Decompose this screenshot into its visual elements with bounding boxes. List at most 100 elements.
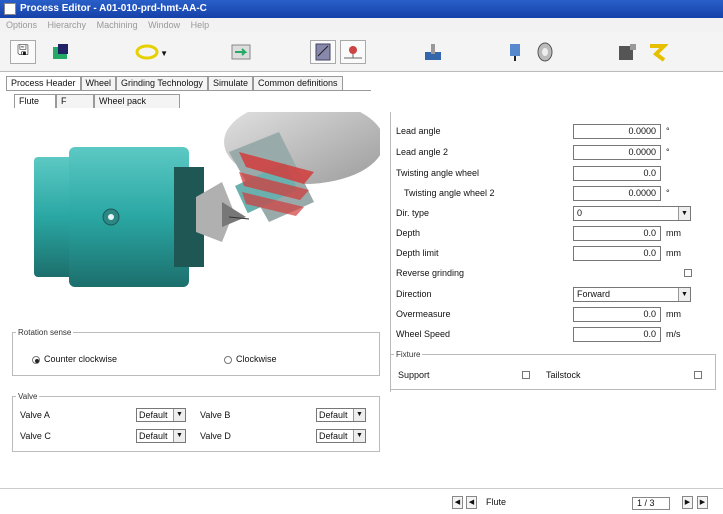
param-lead-angle: Lead angle 0.0000 ° bbox=[396, 124, 701, 140]
first-record-button[interactable]: ◀ bbox=[452, 496, 463, 509]
status-bar bbox=[0, 488, 723, 514]
save-button[interactable]: 🖫 bbox=[10, 40, 36, 64]
param-value-field[interactable]: 0.0 bbox=[573, 166, 661, 181]
tab-divider bbox=[6, 90, 371, 91]
valve-a-select[interactable]: Default ▼ bbox=[136, 408, 186, 422]
fixture-title: Fixture bbox=[394, 350, 423, 359]
process-icon bbox=[53, 44, 68, 59]
valve-d-select[interactable]: Default ▼ bbox=[316, 429, 366, 443]
param-value-field[interactable]: 0.0 bbox=[573, 246, 661, 261]
param-label: Depth limit bbox=[396, 248, 439, 258]
last-record-button[interactable]: ▶ bbox=[697, 496, 708, 509]
tab-f[interactable]: F bbox=[56, 94, 94, 108]
menu-item-window[interactable]: Window bbox=[148, 20, 180, 30]
param-lead-angle-2: Lead angle 2 0.0000 ° bbox=[396, 145, 701, 161]
param-direction: Direction Forward ▼ bbox=[396, 287, 701, 303]
param-value-field[interactable]: 0.0000 bbox=[573, 186, 661, 201]
tab-wheel-pack[interactable]: Wheel pack bbox=[94, 94, 180, 108]
robot-button[interactable] bbox=[614, 40, 640, 64]
reverse-grinding-checkbox[interactable] bbox=[684, 269, 692, 277]
import-button[interactable] bbox=[228, 40, 254, 64]
import-icon bbox=[231, 44, 251, 60]
support-checkbox[interactable] bbox=[522, 371, 530, 379]
chevron-down-icon: ▼ bbox=[353, 430, 365, 442]
loader-button[interactable] bbox=[644, 40, 670, 64]
dir-type-select[interactable]: 0 ▼ bbox=[573, 206, 691, 221]
valve-a-value: Default bbox=[139, 410, 168, 420]
param-reverse-grinding: Reverse grinding bbox=[396, 266, 701, 282]
tab-common-definitions[interactable]: Common definitions bbox=[252, 76, 343, 90]
tailstock-checkbox[interactable] bbox=[694, 371, 702, 379]
param-unit: mm bbox=[666, 248, 681, 258]
wheel-button[interactable] bbox=[532, 40, 558, 64]
valve-b-label: Valve B bbox=[200, 410, 231, 420]
first-icon: ◀ bbox=[454, 499, 461, 506]
sub-tabs: Flute F Wheel pack bbox=[14, 94, 180, 108]
menu-item-help[interactable]: Help bbox=[191, 20, 210, 30]
param-value-field[interactable]: 0.0 bbox=[573, 327, 661, 342]
radio-clockwise-label: Clockwise bbox=[236, 354, 277, 364]
save-icon: 🖫 bbox=[17, 42, 29, 58]
param-label: Reverse grinding bbox=[396, 268, 465, 278]
window-title: Process Editor - A01-010-prd-hmt-AA-C bbox=[20, 3, 207, 14]
radio-dot bbox=[224, 355, 232, 364]
last-icon: ▶ bbox=[699, 499, 706, 506]
machine-view-button[interactable] bbox=[310, 40, 336, 64]
menu-item-machining[interactable]: Machining bbox=[97, 20, 138, 30]
direction-select[interactable]: Forward ▼ bbox=[573, 287, 691, 302]
param-value-field[interactable]: 0.0000 bbox=[573, 124, 661, 139]
radio-clockwise[interactable]: Clockwise bbox=[224, 354, 277, 364]
simulate-button[interactable] bbox=[340, 40, 366, 64]
valve-c-label: Valve C bbox=[20, 431, 51, 441]
spindle-button[interactable] bbox=[502, 40, 528, 64]
previous-icon: ◀ bbox=[468, 499, 475, 506]
valve-c-select[interactable]: Default ▼ bbox=[136, 429, 186, 443]
loader-icon bbox=[650, 44, 668, 62]
valve-b-select[interactable]: Default ▼ bbox=[316, 408, 366, 422]
record-counter[interactable]: 1 / 3 bbox=[632, 497, 670, 510]
process-button[interactable] bbox=[48, 40, 74, 64]
param-overmeasure: Overmeasure 0.0 mm bbox=[396, 307, 701, 323]
param-label: Direction bbox=[396, 289, 432, 299]
robot-icon bbox=[619, 44, 636, 60]
panel-divider bbox=[390, 112, 391, 392]
dir-type-value: 0 bbox=[577, 208, 583, 218]
tab-simulate[interactable]: Simulate bbox=[207, 76, 253, 90]
param-label: Twisting angle wheel 2 bbox=[404, 188, 495, 198]
param-label: Depth bbox=[396, 228, 421, 238]
param-label: Lead angle 2 bbox=[396, 147, 449, 157]
param-depth-limit: Depth limit 0.0 mm bbox=[396, 246, 701, 262]
param-value-field[interactable]: 0.0000 bbox=[573, 145, 661, 160]
menu-item-options[interactable]: Options bbox=[6, 20, 37, 30]
param-value-field[interactable]: 0.0 bbox=[573, 226, 661, 241]
valve-group bbox=[12, 396, 380, 452]
machine-tool-icon bbox=[425, 44, 441, 60]
machine-tool-button[interactable] bbox=[420, 40, 446, 64]
tab-flute[interactable]: Flute bbox=[14, 94, 56, 108]
machine-3d-view[interactable] bbox=[14, 112, 380, 322]
valve-d-label: Valve D bbox=[200, 431, 231, 441]
chevron-down-icon[interactable]: ▼ bbox=[160, 49, 168, 58]
machine-icon bbox=[315, 43, 331, 61]
next-record-button[interactable]: ▶ bbox=[682, 496, 693, 509]
param-label: Wheel Speed bbox=[396, 329, 451, 339]
toolpath-button[interactable]: ▼ bbox=[134, 40, 168, 64]
tab-wheel[interactable]: Wheel bbox=[80, 76, 117, 90]
chevron-down-icon: ▼ bbox=[173, 409, 185, 421]
previous-record-button[interactable]: ◀ bbox=[466, 496, 477, 509]
param-value-field[interactable]: 0.0 bbox=[573, 307, 661, 322]
param-unit: ° bbox=[666, 188, 670, 198]
param-label: Overmeasure bbox=[396, 309, 451, 319]
valve-b-value: Default bbox=[319, 410, 348, 420]
chevron-down-icon: ▼ bbox=[678, 207, 690, 220]
tab-grinding-technology[interactable]: Grinding Technology bbox=[116, 76, 208, 90]
param-wheel-speed: Wheel Speed 0.0 m/s bbox=[396, 327, 701, 343]
menu-item-hierarchy[interactable]: Hierarchy bbox=[48, 20, 87, 30]
spindle-icon bbox=[510, 44, 520, 61]
radio-counter-clockwise[interactable]: Counter clockwise bbox=[32, 354, 117, 364]
tab-process-header[interactable]: Process Header bbox=[6, 76, 81, 90]
nav-label: Flute bbox=[486, 497, 507, 507]
param-label: Twisting angle wheel bbox=[396, 168, 480, 178]
tailstock-label: Tailstock bbox=[546, 370, 581, 380]
rotation-sense-title: Rotation sense bbox=[16, 328, 74, 337]
